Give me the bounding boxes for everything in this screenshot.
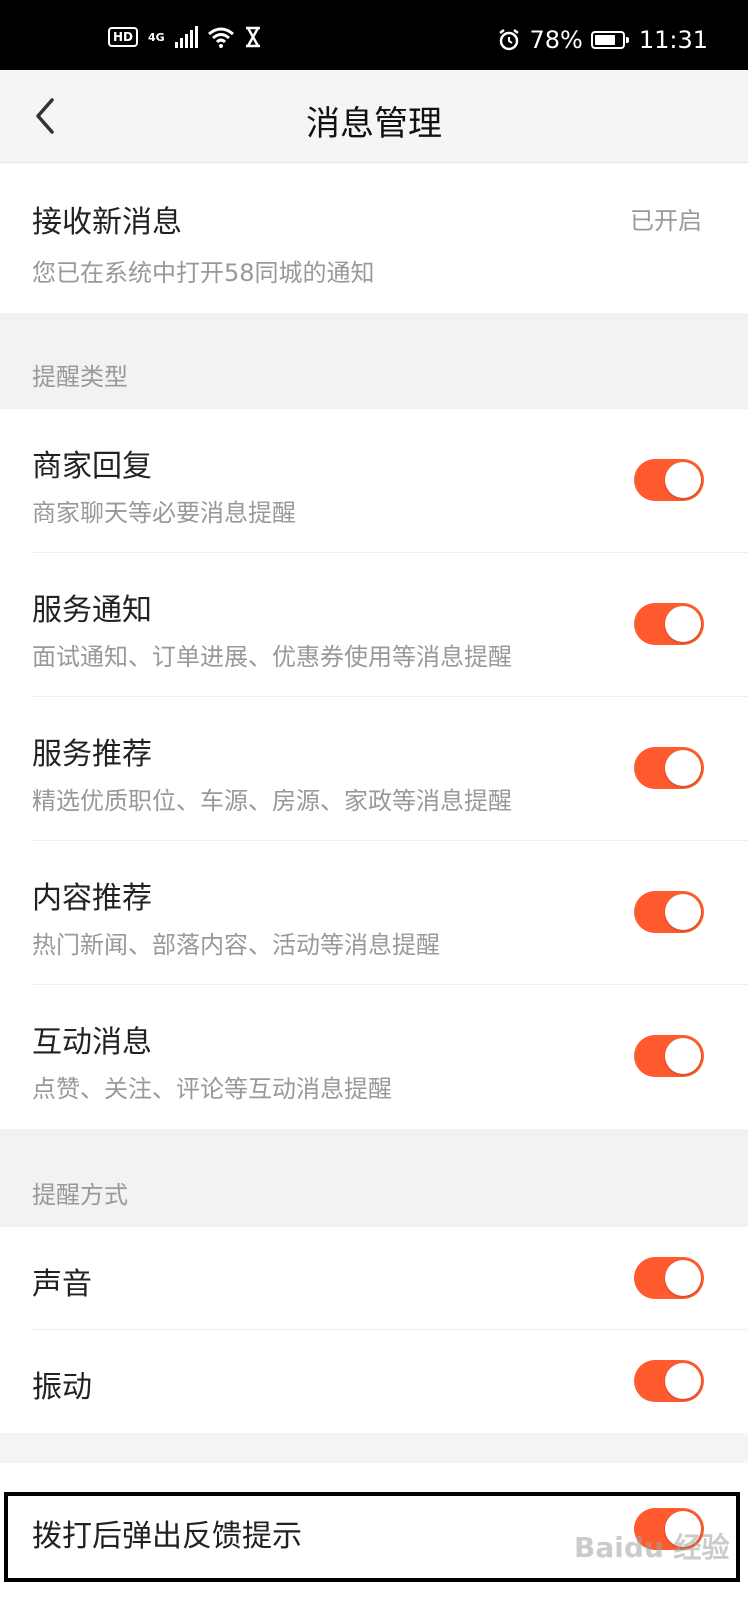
setting-title: 互动消息 — [32, 1025, 152, 1060]
signal-icon — [174, 26, 198, 48]
setting-desc: 商家聊天等必要消息提醒 — [32, 499, 296, 527]
toggle-switch-content-recommend[interactable] — [634, 891, 704, 933]
battery-icon — [590, 31, 629, 49]
receive-messages-title: 接收新消息 — [32, 205, 182, 240]
toggle-knob — [665, 750, 701, 786]
hd-icon: HD — [108, 27, 139, 47]
setting-row-service-recommend: 服务推荐 精选优质职位、车源、房源、家政等消息提醒 — [0, 697, 748, 841]
receive-messages-status: 已开启 — [630, 207, 702, 235]
toggle-knob — [665, 894, 701, 930]
toggle-switch-service-notice[interactable] — [634, 603, 704, 645]
section-header-reminder-methods: 提醒方式 — [0, 1129, 748, 1227]
setting-row-service-notice: 服务通知 面试通知、订单进展、优惠券使用等消息提醒 — [0, 553, 748, 697]
toggle-knob — [665, 462, 701, 498]
setting-title: 拨打后弹出反馈提示 — [32, 1519, 302, 1554]
setting-title: 服务通知 — [32, 593, 152, 628]
setting-title: 声音 — [32, 1267, 92, 1302]
setting-row-sound: 声音 — [0, 1227, 748, 1330]
network-type-label: 4G — [148, 30, 165, 44]
setting-desc: 点赞、关注、评论等互动消息提醒 — [32, 1075, 392, 1103]
toggle-switch-vibration[interactable] — [634, 1360, 704, 1402]
nav-bar: 消息管理 — [0, 70, 748, 163]
setting-row-interaction: 互动消息 点赞、关注、评论等互动消息提醒 — [0, 985, 748, 1129]
toggle-switch-merchant-reply[interactable] — [634, 459, 704, 501]
wifi-icon — [207, 27, 234, 48]
section-header-reminder-types: 提醒类型 — [0, 313, 748, 409]
setting-title: 商家回复 — [32, 449, 152, 484]
watermark: Baidu 经验 — [574, 1531, 730, 1564]
setting-desc: 精选优质职位、车源、房源、家政等消息提醒 — [32, 787, 512, 815]
section-label: 提醒类型 — [32, 363, 128, 391]
setting-title: 服务推荐 — [32, 737, 152, 772]
receive-messages-row[interactable]: 接收新消息 您已在系统中打开58同城的通知 已开启 — [0, 163, 748, 313]
toggle-switch-interaction[interactable] — [634, 1035, 704, 1077]
toggle-knob — [665, 606, 701, 642]
setting-title: 内容推荐 — [32, 881, 152, 916]
setting-desc: 面试通知、订单进展、优惠券使用等消息提醒 — [32, 643, 512, 671]
toggle-switch-service-recommend[interactable] — [634, 747, 704, 789]
toggle-knob — [665, 1363, 701, 1399]
receive-messages-desc: 您已在系统中打开58同城的通知 — [32, 259, 375, 287]
alarm-icon — [499, 29, 520, 51]
setting-row-content-recommend: 内容推荐 热门新闻、部落内容、活动等消息提醒 — [0, 841, 748, 985]
setting-row-merchant-reply: 商家回复 商家聊天等必要消息提醒 — [0, 409, 748, 553]
status-bar-left: HD 4G — [108, 26, 262, 48]
setting-title: 振动 — [32, 1370, 92, 1405]
hourglass-icon — [245, 26, 260, 48]
battery-fill — [594, 35, 615, 45]
page-title: 消息管理 — [306, 104, 442, 144]
toggle-knob — [665, 1260, 701, 1296]
toggle-knob — [665, 1038, 701, 1074]
setting-desc: 热门新闻、部落内容、活动等消息提醒 — [32, 931, 440, 959]
toggle-switch-sound[interactable] — [634, 1257, 704, 1299]
status-bar-right: 78% 11:31 — [497, 26, 708, 54]
section-label: 提醒方式 — [32, 1181, 128, 1209]
battery-percent: 78% — [529, 26, 583, 54]
status-bar: HD 4G 78% 11:31 — [0, 0, 748, 70]
clock: 11:31 — [638, 26, 708, 54]
setting-row-vibration: 振动 — [0, 1330, 748, 1433]
